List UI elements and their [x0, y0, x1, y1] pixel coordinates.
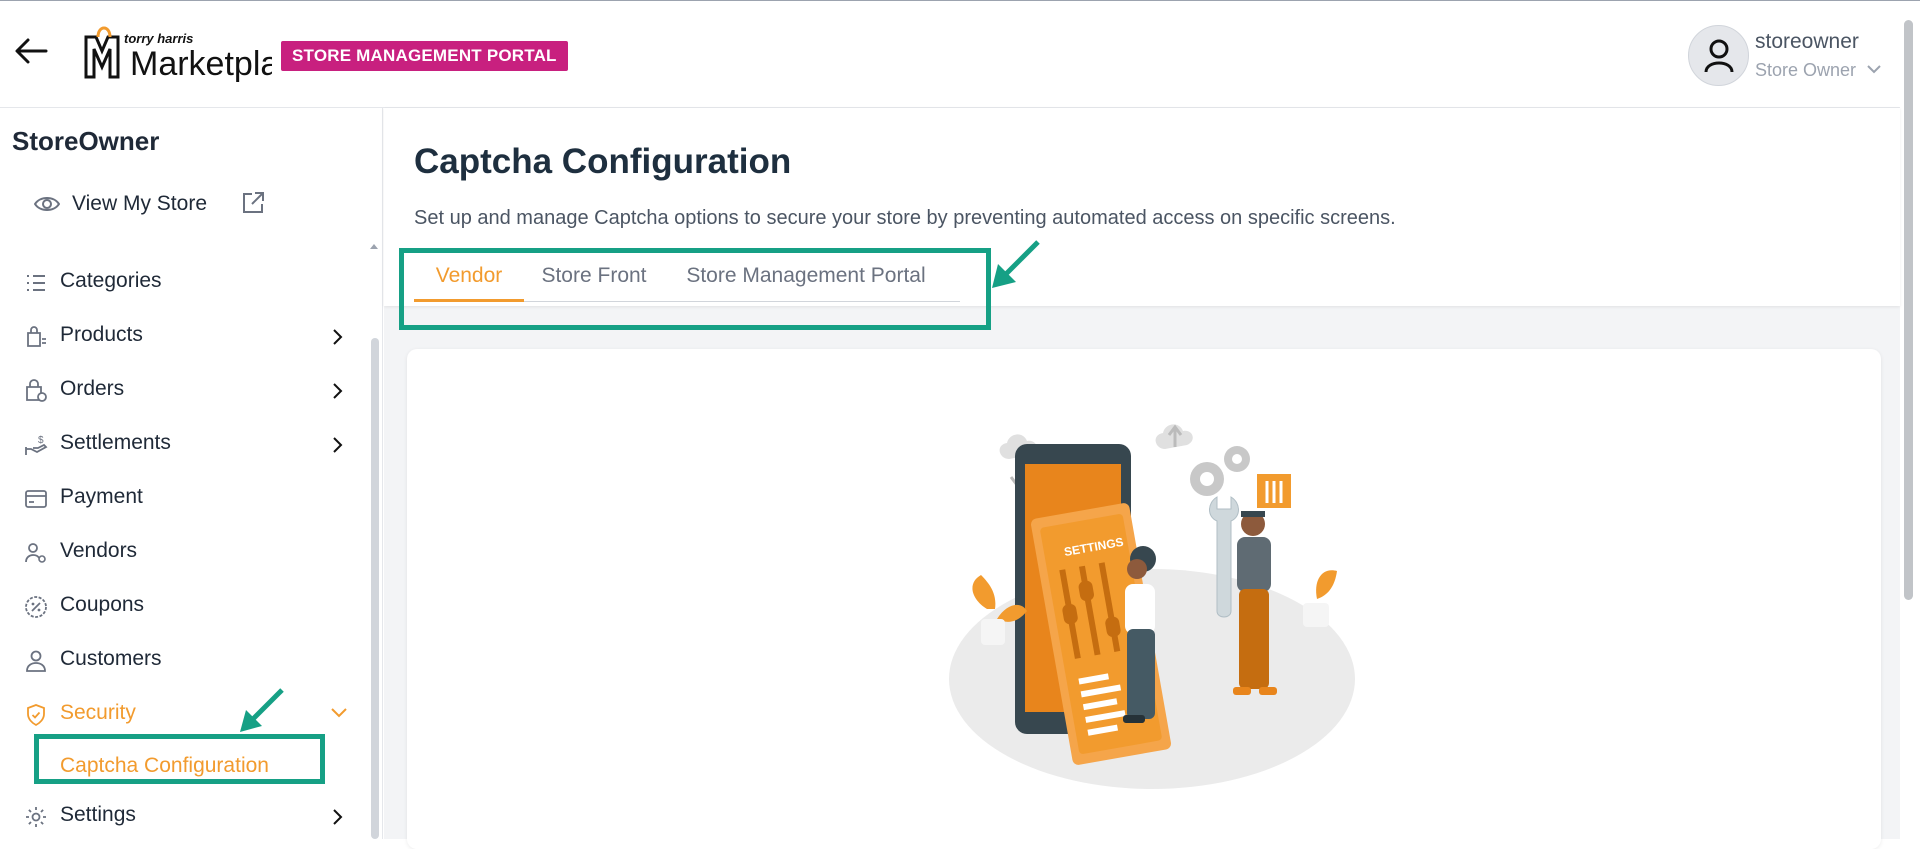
order-bag-icon	[26, 379, 47, 402]
chevron-right-icon	[333, 809, 343, 825]
sidebar-item-label: Coupons	[60, 593, 145, 616]
chevron-down-icon[interactable]	[1866, 63, 1882, 75]
top-header: Marketplace torry harris STORE MANAGEMEN…	[0, 1, 1900, 108]
settings-illustration: SETTINGS	[949, 424, 1355, 789]
sidebar-item-label: Vendors	[60, 539, 138, 562]
sidebar-item-label: Products	[60, 323, 143, 346]
sidebar-item-settlements[interactable]: $ Settlements	[0, 418, 365, 472]
chevron-right-icon	[333, 437, 343, 453]
gear-icon	[26, 807, 46, 827]
shopping-bag-icon	[27, 326, 46, 347]
portal-badge: STORE MANAGEMENT PORTAL	[281, 41, 568, 71]
back-arrow-icon[interactable]	[12, 31, 52, 71]
chevron-down-icon	[331, 708, 347, 718]
sidebar-item-label: Settings	[60, 803, 136, 826]
page-title: Captcha Configuration	[414, 142, 792, 181]
page-scrollbar[interactable]	[1904, 20, 1913, 600]
scroll-up-arrow[interactable]	[370, 244, 378, 249]
user-icon	[26, 650, 46, 672]
page-description: Set up and manage Captcha options to sec…	[414, 207, 1396, 229]
sidebar-item-label: Categories	[60, 269, 162, 292]
chevron-right-icon	[333, 383, 343, 399]
sidebar-item-categories[interactable]: Categories	[0, 256, 365, 310]
sidebar-item-payment[interactable]: Payment	[0, 472, 365, 526]
annotation-arrow-icon	[240, 688, 284, 732]
sidebar: StoreOwner View My Store Categories Prod…	[0, 108, 383, 839]
logo-tagline: torry harris	[124, 31, 194, 46]
sidebar-item-label: Security	[60, 701, 136, 724]
sidebar-item-customers[interactable]: Customers	[0, 634, 365, 688]
logo-text: Marketplace	[130, 45, 272, 83]
hand-coin-icon: $	[25, 435, 48, 455]
sidebar-item-label: Settlements	[60, 431, 171, 454]
user-name: storeowner	[1755, 30, 1859, 53]
list-icon	[27, 275, 45, 291]
percent-badge-icon	[25, 596, 47, 618]
sidebar-item-vendors[interactable]: Vendors	[0, 526, 365, 580]
user-role: Store Owner	[1755, 60, 1857, 80]
eye-icon	[34, 197, 60, 211]
user-menu[interactable]: storeowner Store Owner	[1688, 25, 1900, 87]
main-content: Captcha Configuration Set up and manage …	[384, 108, 1900, 849]
annotation-arrow-icon	[992, 240, 1040, 288]
svg-text:$: $	[38, 435, 44, 446]
users-icon	[25, 543, 46, 563]
tabs-highlight-box	[399, 248, 991, 330]
external-link-icon[interactable]	[240, 190, 266, 216]
chevron-right-icon	[333, 329, 343, 345]
sidebar-item-label: Orders	[60, 377, 125, 400]
card-icon	[25, 490, 47, 508]
captcha-item-highlight-box	[34, 734, 325, 784]
sidebar-scrollbar[interactable]	[371, 338, 379, 839]
view-my-store-link[interactable]: View My Store	[34, 188, 274, 222]
avatar[interactable]	[1688, 25, 1749, 86]
content-card: SETTINGS	[407, 349, 1881, 849]
sidebar-item-orders[interactable]: Orders	[0, 364, 365, 418]
sidebar-item-label: Customers	[60, 647, 162, 670]
user-avatar-icon	[1704, 39, 1734, 73]
sidebar-item-coupons[interactable]: Coupons	[0, 580, 365, 634]
sidebar-item-products[interactable]: Products	[0, 310, 365, 364]
store-title: StoreOwner	[12, 126, 160, 156]
shield-icon	[27, 704, 45, 727]
sidebar-item-settings[interactable]: Settings	[0, 790, 365, 844]
sidebar-item-label: Payment	[60, 485, 143, 508]
view-my-store-label: View My Store	[72, 192, 207, 215]
